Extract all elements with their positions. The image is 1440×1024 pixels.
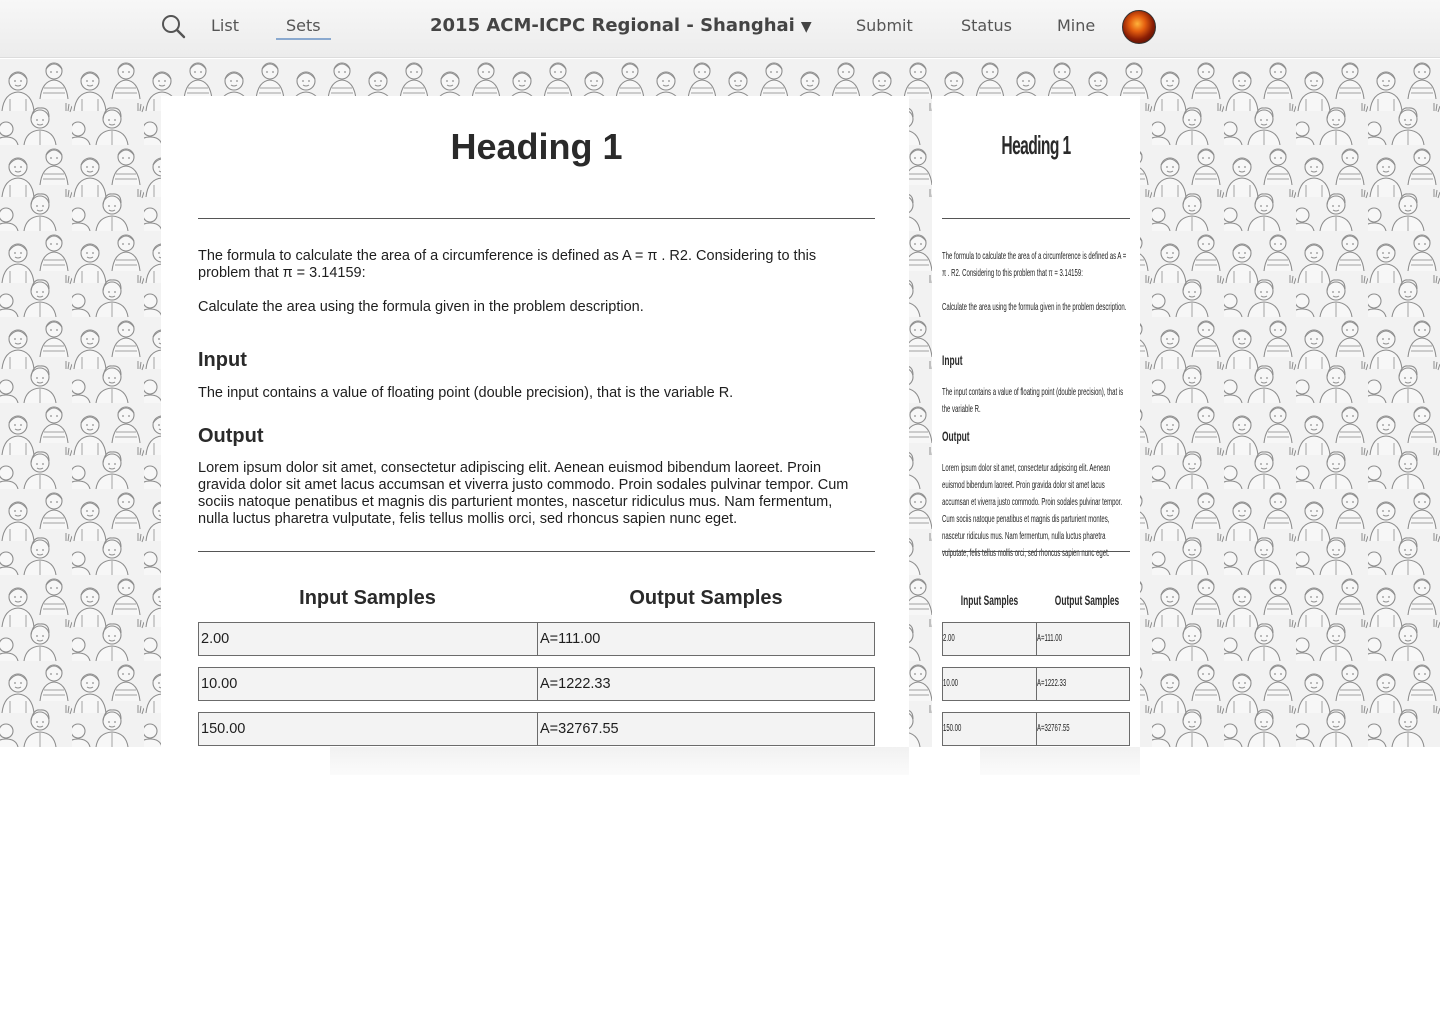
output-section-heading: Output (198, 425, 264, 447)
preview-output-samples-heading: Output Samples (1054, 592, 1120, 608)
divider (198, 218, 875, 219)
chevron-down-icon: ▼ (800, 19, 812, 35)
preview-sample-row: 150.00 A=32767.55 (942, 712, 1130, 746)
preview-output-heading: Output (942, 428, 970, 444)
preview-description-instructions: Calculate the area using the formula giv… (942, 302, 1127, 313)
preview-sample-row: 10.00 A=1222.33 (942, 667, 1130, 701)
problem-preview-panel: Heading 1 The formula to calculate the a… (932, 96, 1140, 747)
preview-heading: Heading 1 (1001, 130, 1071, 160)
preview-sample-row: 2.00 A=111.00 (942, 622, 1130, 656)
user-avatar[interactable] (1122, 10, 1156, 44)
preview-sample-input: 2.00 (943, 633, 955, 644)
nav-link-sets[interactable]: Sets (276, 16, 331, 40)
preview-description: The formula to calculate the area of a c… (942, 251, 1127, 279)
preview-sample-output: A=32767.55 (1037, 723, 1070, 734)
input-section-heading: Input (198, 349, 247, 371)
sample-row: 10.00 A=1222.33 (198, 667, 875, 701)
input-section-text: The input contains a value of floating p… (198, 385, 734, 401)
contest-title: 2015 ACM-ICPC Regional - Shanghai (430, 15, 795, 36)
panel-shadow (330, 747, 909, 775)
sample-output-cell: A=111.00 (540, 631, 601, 647)
sample-input-cell: 10.00 (199, 668, 538, 700)
sample-row: 150.00 A=32767.55 (198, 712, 875, 746)
sample-input-cell: 2.00 (199, 623, 538, 655)
output-section-text: Lorem ipsum dolor sit amet, consectetur … (198, 460, 849, 527)
output-samples-heading: Output Samples (629, 587, 783, 609)
nav-link-list[interactable]: List (211, 16, 239, 40)
problem-statement-panel: Heading 1 The formula to calculate the a… (161, 96, 909, 747)
preview-input-samples-heading: Input Samples (960, 592, 1019, 608)
problem-description: The formula to calculate the area of a c… (198, 248, 817, 281)
preview-sample-input: 10.00 (943, 678, 959, 689)
top-navigation-bar: List Sets 2015 ACM-ICPC Regional - Shang… (0, 0, 1440, 58)
input-samples-heading: Input Samples (299, 587, 436, 609)
nav-link-status[interactable]: Status (961, 16, 1012, 40)
preview-sample-output: A=111.00 (1037, 633, 1062, 644)
preview-input-text: The input contains a value of floating p… (942, 387, 1124, 415)
sample-input-cell: 150.00 (199, 713, 538, 745)
preview-output-text: Lorem ipsum dolor sit amet, consectetur … (942, 463, 1123, 559)
divider (942, 218, 1130, 219)
sample-row: 2.00 A=111.00 (198, 622, 875, 656)
divider (198, 551, 875, 552)
sample-output-cell: A=32767.55 (540, 721, 619, 737)
problem-description-instructions: Calculate the area using the formula giv… (198, 299, 644, 315)
preview-sample-output: A=1222.33 (1037, 678, 1067, 689)
nav-link-mine[interactable]: Mine (1057, 16, 1095, 40)
sample-output-cell: A=1222.33 (540, 676, 611, 692)
divider (942, 551, 1130, 552)
search-icon[interactable] (160, 13, 186, 39)
preview-input-heading: Input (942, 352, 963, 368)
contest-selector[interactable]: 2015 ACM-ICPC Regional - Shanghai ▼ (430, 15, 812, 36)
nav-link-submit[interactable]: Submit (856, 16, 913, 40)
preview-sample-input: 150.00 (943, 723, 962, 734)
panel-shadow (980, 747, 1140, 775)
problem-heading: Heading 1 (450, 126, 623, 167)
